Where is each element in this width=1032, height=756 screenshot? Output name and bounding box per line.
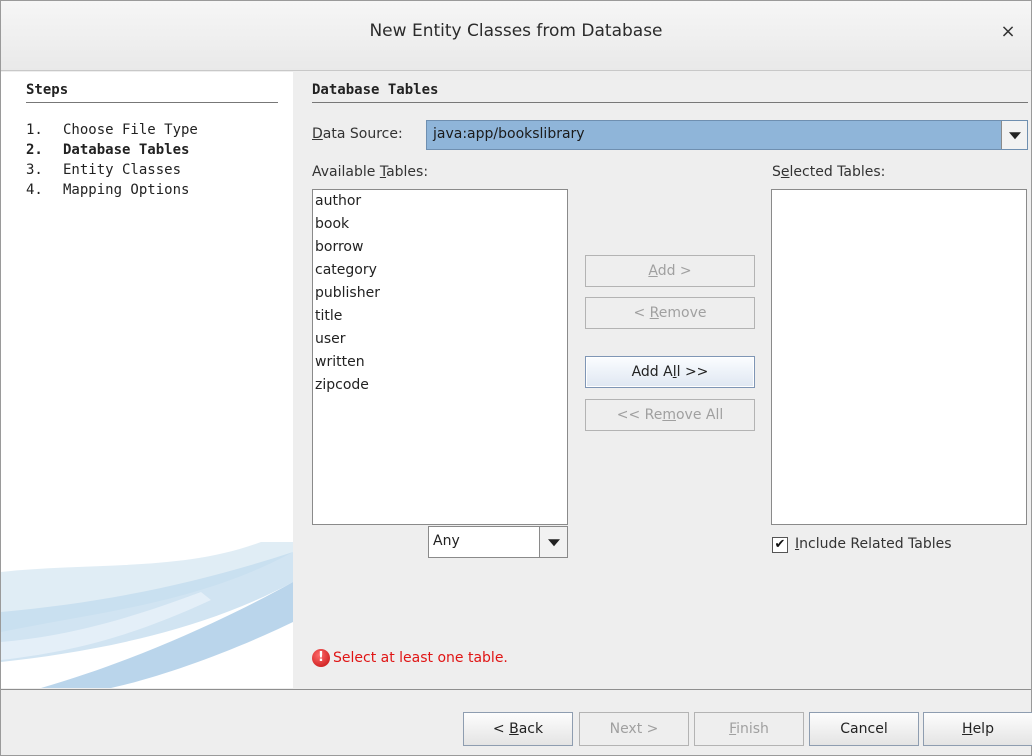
table-filter-combobox[interactable]: Any [428,526,568,558]
steps-panel: Steps 1. Choose File Type 2. Database Tabl… [1,72,293,688]
available-table-item[interactable]: user [313,328,567,351]
dialog-title: New Entity Classes from Database [369,21,663,41]
include-related-tables-checkbox[interactable]: ✔ [772,537,788,553]
chevron-down-icon [547,539,560,547]
steps-list: 1. Choose File Type 2. Database Tables 3. E… [26,120,198,200]
section-title: Database Tables [312,82,1028,103]
steps-heading: Steps [26,82,278,103]
step-database-tables: 2. Database Tables [26,142,190,158]
dialog-window: New Entity Classes from Database × Steps… [0,0,1032,756]
chevron-down-icon [1008,132,1021,140]
next-button[interactable]: Next > [579,712,689,746]
validation-error: ! Select at least one table. [312,648,508,668]
remove-all-button[interactable]: << Remove All [585,399,755,431]
main-panel: Database Tables Data Source: java:app/bo… [293,72,1031,688]
table-filter-value: Any [433,533,460,549]
selected-tables-list[interactable] [771,189,1027,525]
selected-tables-label: Selected Tables: [772,164,886,180]
data-source-value: java:app/bookslibrary [433,126,585,142]
available-tables-list[interactable]: author book borrow category publisher ti… [312,189,568,525]
cancel-button[interactable]: Cancel [809,712,919,746]
back-button[interactable]: < Back [463,712,573,746]
available-table-item[interactable]: book [313,213,567,236]
close-icon[interactable]: × [997,21,1019,43]
include-related-tables-label[interactable]: Include Related Tables [795,536,952,552]
step-entity-classes: 3. Entity Classes [26,162,182,178]
add-all-button[interactable]: Add All >> [585,356,755,388]
available-tables-label: Available Tables: [312,164,429,180]
available-table-item[interactable]: borrow [313,236,567,259]
error-icon: ! [312,649,330,667]
available-table-item[interactable]: written [313,351,567,374]
wizard-swoosh-graphic [1,542,293,688]
data-source-label: Data Source: [312,126,403,142]
available-table-item[interactable]: publisher [313,282,567,305]
step-choose-file-type: 1. Choose File Type [26,122,198,138]
available-table-item[interactable]: category [313,259,567,282]
available-table-item[interactable]: title [313,305,567,328]
error-message: Select at least one table. [333,650,508,666]
available-table-item[interactable]: zipcode [313,374,567,397]
title-bar[interactable]: New Entity Classes from Database × [1,1,1031,71]
data-source-combobox[interactable]: java:app/bookslibrary [426,120,1028,150]
remove-button[interactable]: < Remove [585,297,755,329]
button-bar: < Back Next > Finish Cancel Help [1,689,1032,755]
step-mapping-options: 4. Mapping Options [26,182,190,198]
table-filter-dropdown-button[interactable] [539,527,567,557]
finish-button[interactable]: Finish [694,712,804,746]
available-table-item[interactable]: author [313,190,567,213]
help-button[interactable]: Help [923,712,1032,746]
data-source-dropdown-button[interactable] [1001,121,1027,149]
add-button[interactable]: Add > [585,255,755,287]
